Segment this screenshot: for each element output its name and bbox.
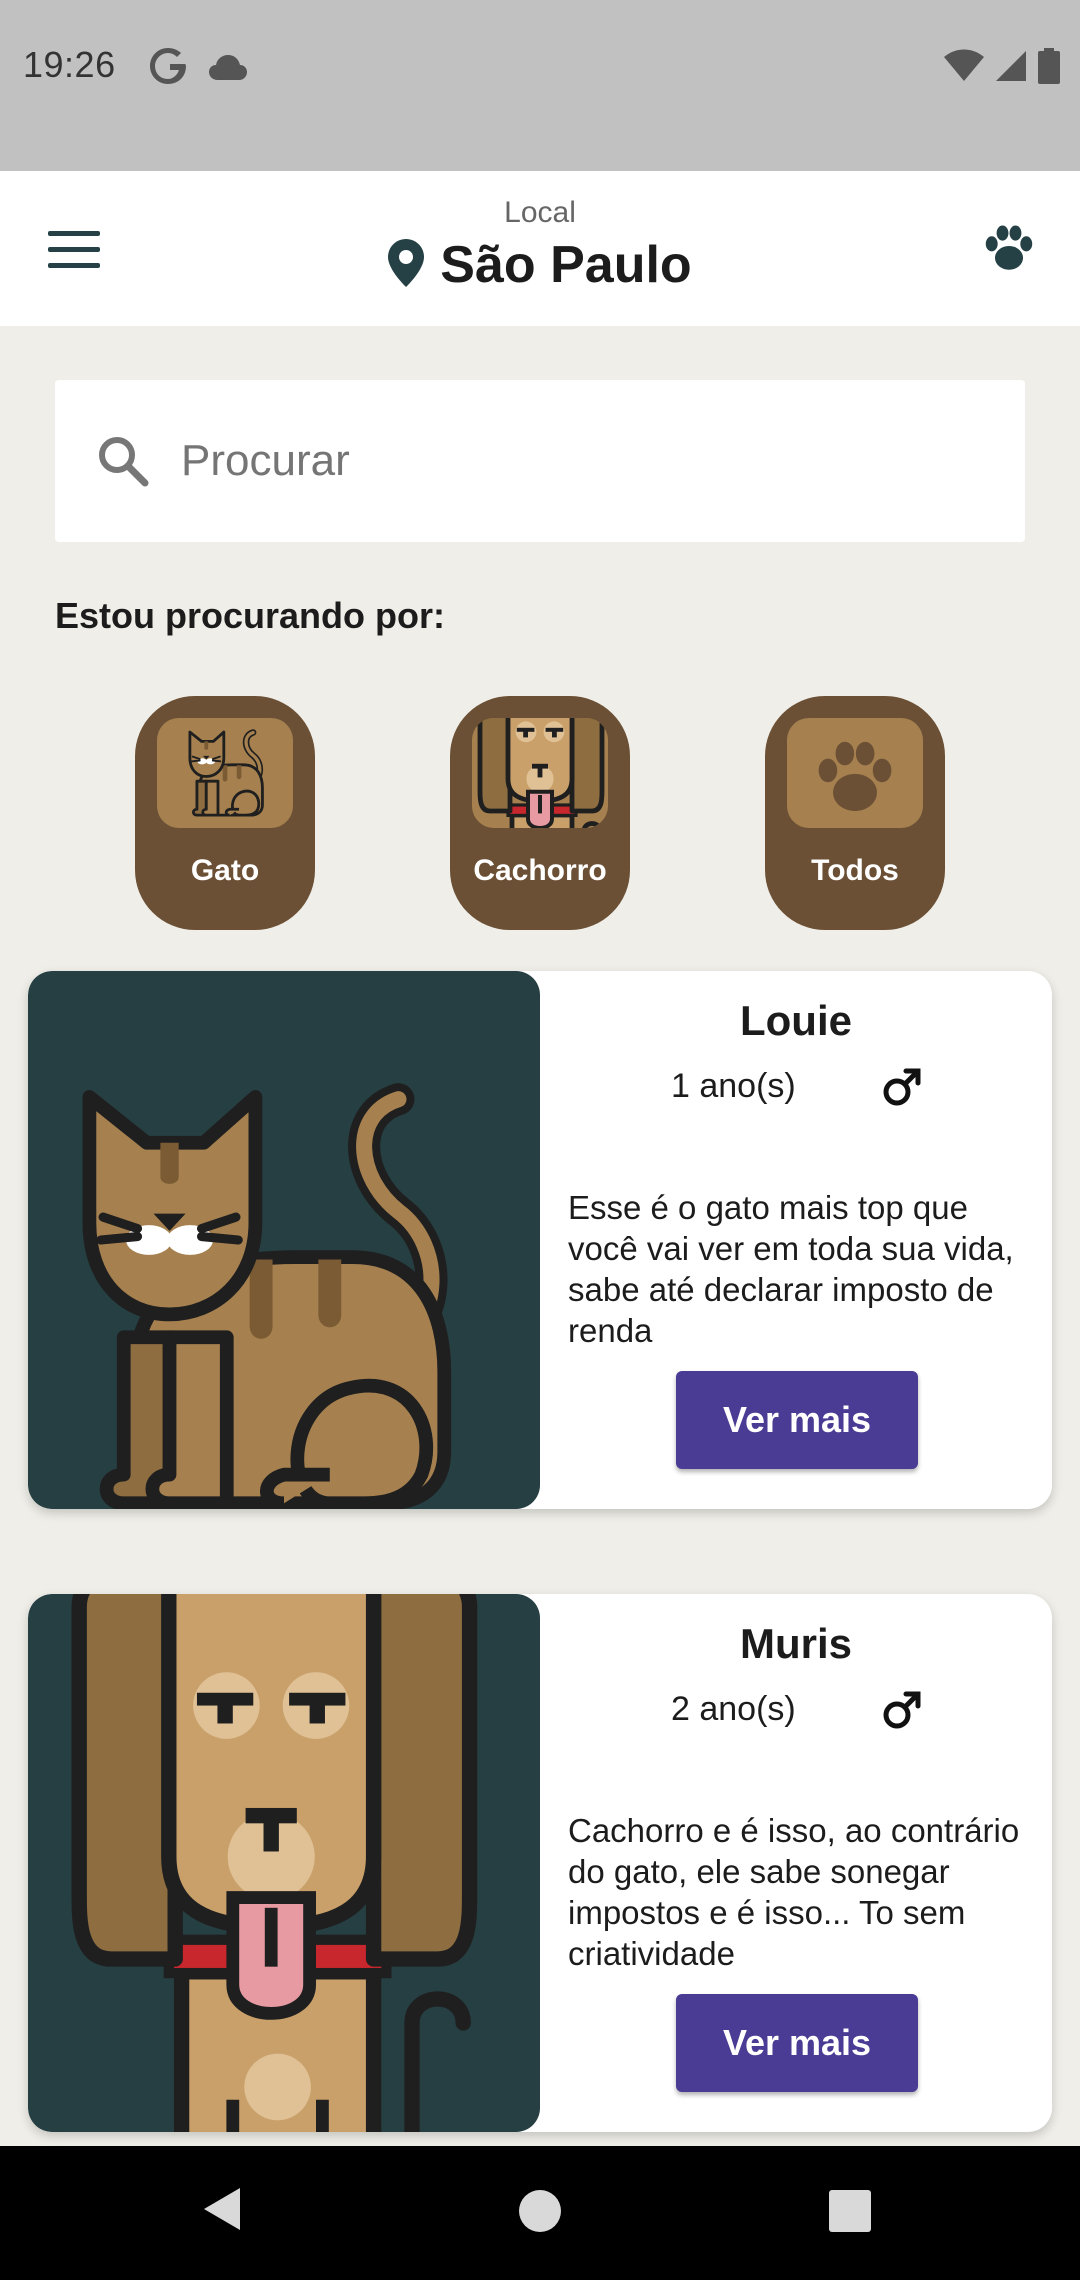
paw-icon: [787, 718, 923, 828]
dog-image: [28, 1594, 540, 2132]
filter-title: Estou procurando por:: [55, 595, 445, 636]
dog-icon: [472, 718, 608, 828]
pet-description: Cachorro e é isso, ao contrário do gato,…: [568, 1812, 1020, 1972]
back-icon[interactable]: [202, 2186, 242, 2237]
filter-gato-button[interactable]: Gato: [135, 696, 315, 930]
filter-label: Todos: [811, 854, 899, 887]
location-name: São Paulo: [440, 236, 692, 294]
ver-mais-button[interactable]: Ver mais: [676, 1371, 918, 1469]
pet-name: Muris: [739, 1620, 852, 1667]
pet-age: 2 ano(s): [671, 1690, 796, 1728]
signal-icon: [994, 49, 1028, 88]
cat-icon: [157, 718, 293, 828]
cat-image: [28, 971, 540, 1509]
status-time: 19:26: [23, 44, 116, 85]
filter-label: Cachorro: [473, 854, 607, 887]
app-bar: Local São Paulo: [0, 171, 1080, 326]
search-icon: [99, 437, 149, 487]
filter-label: Gato: [190, 854, 260, 887]
battery-icon: [1038, 48, 1060, 89]
filter-todos-button[interactable]: Todos: [765, 696, 945, 930]
navigation-bar: [0, 2146, 1080, 2280]
cloud-icon: [208, 54, 248, 87]
location-label: Local: [504, 196, 576, 229]
home-icon[interactable]: [519, 2190, 561, 2232]
male-icon: [882, 1067, 922, 1112]
location-selector[interactable]: São Paulo: [0, 235, 1080, 295]
filter-cachorro-button[interactable]: Cachorro: [450, 696, 630, 930]
search-placeholder: Procurar: [181, 436, 350, 485]
pet-name: Louie: [740, 997, 852, 1044]
pet-card[interactable]: Louie 1 ano(s) Esse é o gato mais top qu…: [28, 971, 1052, 1509]
ver-mais-button[interactable]: Ver mais: [676, 1994, 918, 2092]
pet-card[interactable]: Muris 2 ano(s) Cachorro e é isso, ao con…: [28, 1594, 1052, 2132]
location-pin-icon: [388, 238, 425, 292]
paw-icon[interactable]: [982, 221, 1036, 276]
status-bar: 19:26: [0, 0, 1080, 171]
pet-description: Esse é o gato mais top que você vai ver …: [568, 1189, 1014, 1349]
google-icon: [150, 46, 190, 91]
male-icon: [882, 1690, 922, 1735]
search-input[interactable]: Procurar: [55, 380, 1025, 542]
recents-icon[interactable]: [829, 2190, 871, 2232]
pet-age: 1 ano(s): [671, 1067, 796, 1105]
wifi-icon: [944, 49, 984, 88]
